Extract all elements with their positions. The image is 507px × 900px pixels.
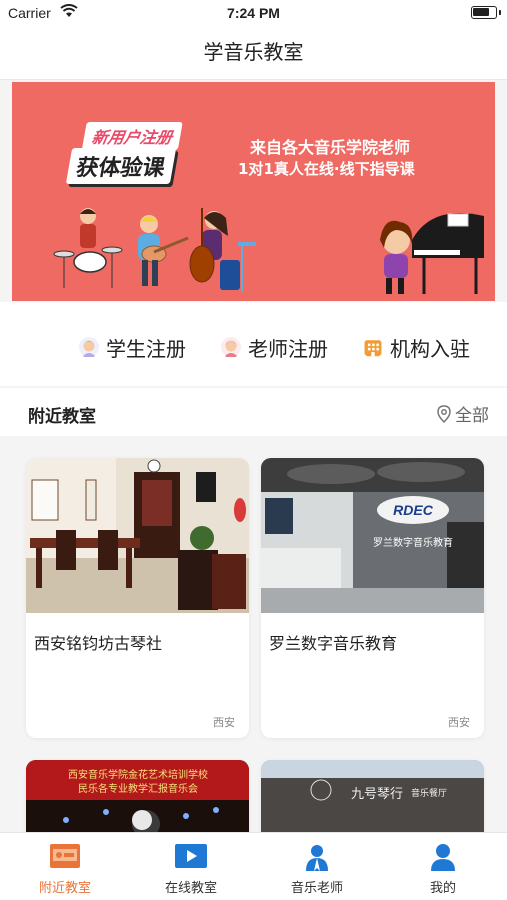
classroom-city: 西安 bbox=[448, 716, 470, 729]
promo-banner[interactable]: 新用户注册 获体验课 来自各大音乐学院老师 1对1真人在线·线下指导课 bbox=[12, 82, 495, 301]
nav-bar: 学音乐教室 bbox=[0, 26, 507, 80]
student-register-label: 学生注册 bbox=[106, 336, 186, 361]
page-title: 学音乐教室 bbox=[203, 40, 304, 64]
classroom-name: 罗兰数字音乐教育 bbox=[269, 634, 398, 653]
nearby-classroom-icon bbox=[50, 844, 80, 868]
classroom-city: 西安 bbox=[213, 716, 235, 729]
status-bar: Carrier 7:24 PM bbox=[0, 0, 507, 26]
musicians-illustration bbox=[53, 208, 256, 292]
view-all-button[interactable]: 全部 bbox=[437, 401, 489, 426]
piano-girl-illustration bbox=[380, 213, 484, 294]
rdec-logo: RDEC bbox=[393, 502, 434, 518]
photo-caption-2: 民乐各专业教学汇报音乐会 bbox=[78, 782, 198, 795]
tab-label: 我的 bbox=[429, 881, 456, 896]
teacher-avatar-icon bbox=[221, 337, 241, 357]
tab-bar: 附近教室 在线教室 音乐老师 我的 bbox=[0, 832, 507, 900]
quick-links: 学生注册 老师注册 机构入驻 bbox=[0, 302, 507, 386]
student-register-link[interactable]: 学生注册 bbox=[78, 332, 186, 362]
classroom-card[interactable]: 西安铭钧坊古琴社 西安 bbox=[26, 458, 249, 738]
institution-join-label: 机构入驻 bbox=[390, 336, 470, 361]
teacher-register-label: 老师注册 bbox=[248, 336, 328, 361]
photo-caption: 罗兰数字音乐教育 bbox=[373, 536, 453, 549]
tab-music-teacher[interactable]: 音乐老师 bbox=[254, 833, 380, 900]
photo-sign-2: 音乐餐厅 bbox=[411, 787, 447, 799]
tab-my-profile[interactable]: 我的 bbox=[380, 833, 506, 900]
banner-badge-main: 获体验课 bbox=[65, 148, 177, 184]
photo-caption-1: 西安音乐学院金花艺术培训学校 bbox=[68, 768, 208, 781]
view-all-label: 全部 bbox=[455, 406, 489, 426]
clock: 7:24 PM bbox=[227, 5, 280, 21]
classroom-card[interactable]: RDEC 罗兰数字音乐教育 罗兰数字音乐教育 西安 bbox=[261, 458, 484, 738]
teacher-register-link[interactable]: 老师注册 bbox=[220, 332, 328, 362]
battery-icon bbox=[471, 6, 501, 19]
tab-label: 在线教室 bbox=[164, 881, 217, 896]
tab-label: 音乐老师 bbox=[290, 881, 343, 896]
classroom-photo: RDEC 罗兰数字音乐教育 bbox=[261, 458, 484, 613]
tab-label: 附近教室 bbox=[38, 881, 91, 896]
play-video-icon bbox=[175, 844, 207, 868]
nearby-section-header: 附近教室 全部 bbox=[0, 388, 507, 436]
institution-join-link[interactable]: 机构入驻 bbox=[362, 332, 470, 362]
building-icon bbox=[364, 340, 382, 357]
profile-icon bbox=[431, 844, 455, 871]
banner-line-2: 1对1真人在线·线下指导课 bbox=[238, 160, 415, 178]
section-title: 附近教室 bbox=[28, 407, 96, 427]
location-pin-icon bbox=[437, 404, 451, 423]
teacher-icon bbox=[306, 845, 328, 871]
banner-badge: 新用户注册 获体验课 bbox=[65, 122, 233, 184]
student-avatar-icon bbox=[79, 337, 99, 357]
banner-line-1: 来自各大音乐学院老师 bbox=[250, 138, 411, 157]
classroom-name: 西安铭钧坊古琴社 bbox=[34, 634, 163, 653]
classroom-photo bbox=[26, 458, 249, 613]
tab-nearby-classroom[interactable]: 附近教室 bbox=[2, 833, 128, 900]
banner-badge-top: 新用户注册 bbox=[81, 122, 183, 150]
tab-online-classroom[interactable]: 在线教室 bbox=[128, 833, 254, 900]
photo-sign: 九号琴行 bbox=[351, 787, 403, 802]
